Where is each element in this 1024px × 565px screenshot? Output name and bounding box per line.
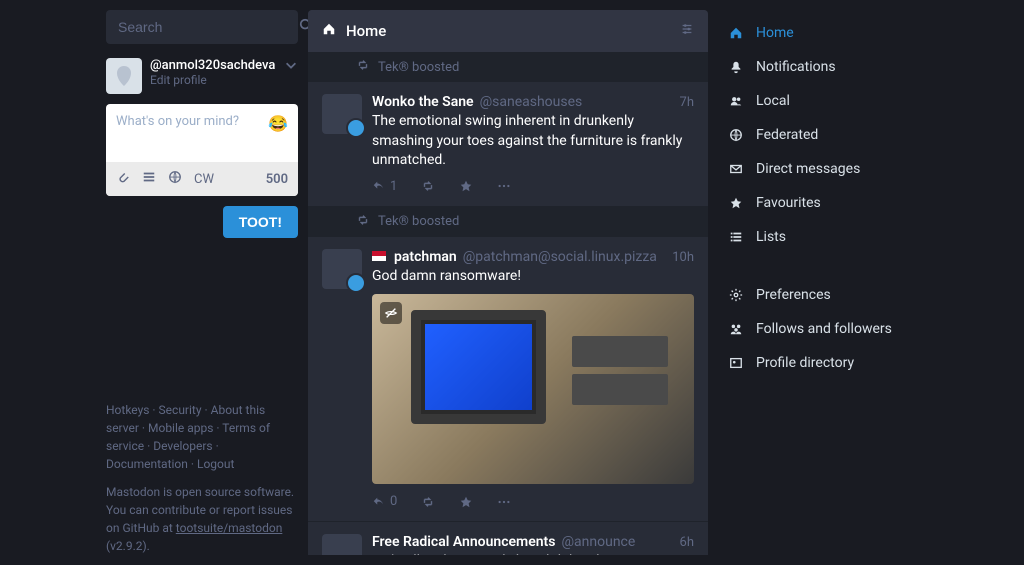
post-timestamp[interactable]: 6h xyxy=(680,535,694,550)
post-author-name[interactable]: Wonko the Sane xyxy=(372,94,474,110)
post-avatar[interactable] xyxy=(322,94,362,134)
search-input[interactable] xyxy=(118,19,299,35)
edit-profile-link[interactable]: Edit profile xyxy=(150,73,284,87)
list-icon xyxy=(728,230,744,244)
attach-icon[interactable] xyxy=(116,170,130,188)
chevron-down-icon[interactable] xyxy=(284,58,298,76)
booster-avatar xyxy=(346,118,366,138)
bell-icon xyxy=(728,60,744,74)
envelope-icon xyxy=(728,162,744,176)
toot-button[interactable]: TOOT! xyxy=(223,206,298,238)
nav-label: Follows and followers xyxy=(756,321,892,337)
nav-item-notifications[interactable]: Notifications xyxy=(718,50,918,84)
nav-item-home[interactable]: Home xyxy=(718,16,918,50)
boost-icon xyxy=(356,213,370,231)
nav-label: Preferences xyxy=(756,287,831,303)
search-box[interactable] xyxy=(106,10,298,44)
footer-link[interactable]: Security xyxy=(159,403,202,417)
nav-item-federated[interactable]: Federated xyxy=(718,118,918,152)
home-icon xyxy=(728,26,744,40)
nav-item-direct-messages[interactable]: Direct messages xyxy=(718,152,918,186)
more-button[interactable] xyxy=(497,179,511,193)
post-content: Let's All Welcome @dizkonekdid to the co… xyxy=(372,552,694,555)
post-author-name[interactable]: Free Radical Announcements xyxy=(372,534,555,550)
cog-icon xyxy=(728,288,744,302)
post-content: God damn ransomware! xyxy=(372,267,694,287)
nav-label: Notifications xyxy=(756,59,836,75)
footer-link[interactable]: Mobile apps xyxy=(148,421,213,435)
post: Free Radical Announcements @announce 6h … xyxy=(308,522,708,555)
column-header: Home xyxy=(308,10,708,52)
post-author-handle[interactable]: @saneashouses xyxy=(480,94,583,110)
footer-link[interactable]: Logout xyxy=(197,457,234,471)
star-icon xyxy=(728,196,744,210)
hide-media-icon[interactable] xyxy=(380,302,402,324)
post-avatar[interactable] xyxy=(322,534,362,555)
post-avatar[interactable] xyxy=(322,249,362,289)
nav-item-profile-directory[interactable]: Profile directory xyxy=(718,346,918,380)
nav-item-local[interactable]: Local xyxy=(718,84,918,118)
booster-avatar xyxy=(346,273,366,293)
nav-item-follows-and-followers[interactable]: Follows and followers xyxy=(718,312,918,346)
compose-textarea[interactable]: What's on your mind? 😂 xyxy=(106,104,298,162)
avatar[interactable] xyxy=(106,58,142,94)
more-button[interactable] xyxy=(497,495,511,509)
char-count: 500 xyxy=(266,172,288,187)
profile-username: @anmol320sachdeva xyxy=(150,58,284,73)
column-settings-icon[interactable] xyxy=(680,22,694,40)
post-timestamp[interactable]: 10h xyxy=(672,250,694,265)
post: Wonko the Sane @saneashouses 7h The emot… xyxy=(308,82,708,207)
nav-label: Favourites xyxy=(756,195,821,211)
footer-link[interactable]: Documentation xyxy=(106,457,188,471)
post-author-handle[interactable]: @announce xyxy=(561,534,635,550)
visibility-icon[interactable] xyxy=(168,170,182,188)
users-icon xyxy=(728,94,744,108)
home-icon xyxy=(322,22,336,40)
boost-bar: Tek® boosted xyxy=(308,207,708,237)
reply-button[interactable]: 1 xyxy=(372,179,397,194)
footer-link[interactable]: Hotkeys xyxy=(106,403,149,417)
nav-item-favourites[interactable]: Favourites xyxy=(718,186,918,220)
followers-icon xyxy=(728,322,744,336)
footer-note: Mastodon is open source software. You ca… xyxy=(106,483,298,555)
compose-box: What's on your mind? 😂 CW 500 xyxy=(106,104,298,196)
favourite-button[interactable] xyxy=(459,179,473,193)
post-author-handle[interactable]: @patchman@social.linux.pizza xyxy=(463,249,657,265)
nav-label: Direct messages xyxy=(756,161,860,177)
nav-label: Home xyxy=(756,25,794,41)
post-author-name[interactable]: patchman xyxy=(394,249,457,265)
boost-bar: Tek® boosted xyxy=(308,52,708,82)
emoji-picker-icon[interactable]: 😂 xyxy=(268,114,288,133)
nav-item-preferences[interactable]: Preferences xyxy=(718,278,918,312)
post-content: The emotional swing inherent in drunkenl… xyxy=(372,112,694,171)
profile-card: @anmol320sachdeva Edit profile xyxy=(106,54,298,104)
nav-label: Local xyxy=(756,93,790,109)
flag-icon xyxy=(372,251,386,261)
post-image[interactable] xyxy=(372,294,694,484)
favourite-button[interactable] xyxy=(459,495,473,509)
boost-icon xyxy=(356,58,370,76)
compose-placeholder: What's on your mind? xyxy=(116,114,239,129)
poll-icon[interactable] xyxy=(142,170,156,188)
directory-icon xyxy=(728,356,744,370)
boost-button[interactable] xyxy=(421,495,435,509)
reply-count: 1 xyxy=(390,179,397,194)
boost-text: Tek® boosted xyxy=(378,214,459,229)
boost-button[interactable] xyxy=(421,179,435,193)
post-timestamp[interactable]: 7h xyxy=(680,95,694,110)
footer-link[interactable]: Developers xyxy=(153,439,212,453)
reply-count: 0 xyxy=(390,494,397,509)
github-repo-link[interactable]: tootsuite/mastodon xyxy=(176,521,283,535)
reply-button[interactable]: 0 xyxy=(372,494,397,509)
nav-label: Federated xyxy=(756,127,818,143)
footer-links: Hotkeys · Security · About this server ·… xyxy=(106,401,298,473)
column-title: Home xyxy=(346,22,386,40)
cw-button[interactable]: CW xyxy=(194,172,214,187)
post: patchman @patchman@social.linux.pizza 10… xyxy=(308,237,708,523)
nav-item-lists[interactable]: Lists xyxy=(718,220,918,254)
boost-text: Tek® boosted xyxy=(378,60,459,75)
globe-icon xyxy=(728,128,744,142)
nav-label: Profile directory xyxy=(756,355,854,371)
nav-label: Lists xyxy=(756,229,786,245)
